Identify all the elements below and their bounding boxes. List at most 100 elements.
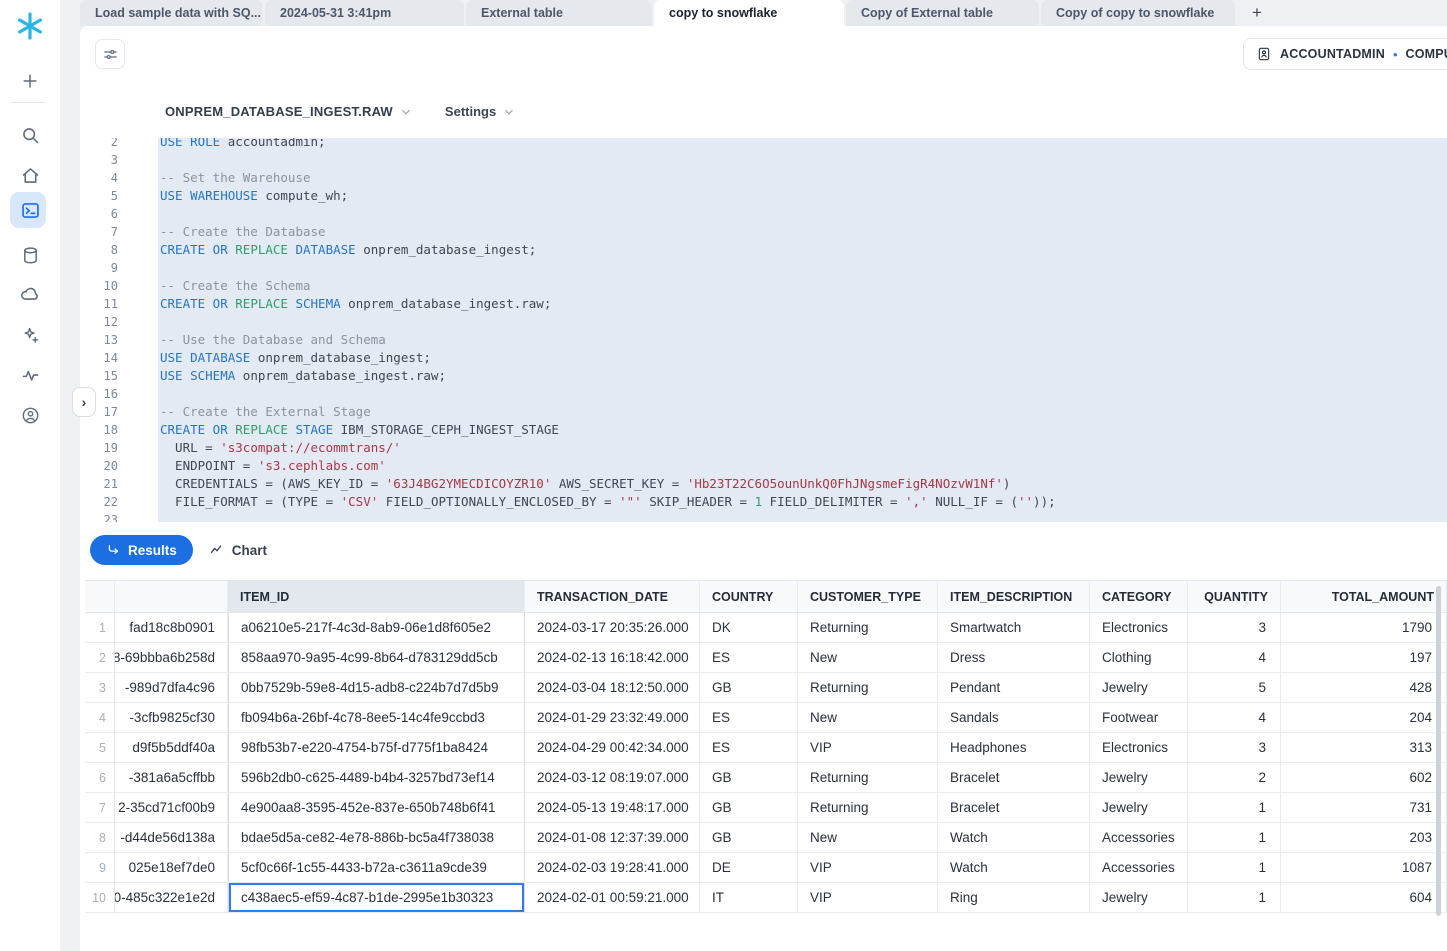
cell-country[interactable]: GB [700, 763, 798, 793]
cell-customer_type[interactable]: Returning [798, 793, 938, 823]
cell-country[interactable]: DK [700, 613, 798, 643]
cell-customer_type[interactable]: Returning [798, 763, 938, 793]
cell-rownum[interactable]: 1 [85, 613, 115, 643]
column-header-category[interactable]: CATEGORY [1090, 581, 1188, 612]
cell-category[interactable]: Electronics [1090, 613, 1188, 643]
cell-country[interactable]: GB [700, 793, 798, 823]
cell-total_amount[interactable]: 313 [1281, 733, 1447, 763]
cell-item_description[interactable]: Watch [938, 853, 1090, 883]
worksheet-tab[interactable]: Load sample data with SQ... [80, 0, 263, 26]
cell-quantity[interactable]: 5 [1188, 673, 1281, 703]
cell-category[interactable]: Accessories [1090, 853, 1188, 883]
cell-rownum[interactable]: 7 [85, 793, 115, 823]
column-header-item_id[interactable]: ITEM_ID [228, 581, 525, 612]
filters-button[interactable] [95, 39, 125, 69]
cell-item_id[interactable]: 0bb7529b-59e8-4d15-adb8-c224b7d7d5b9 [228, 673, 525, 703]
cell-customer_type[interactable]: VIP [798, 883, 938, 913]
cell-country[interactable]: GB [700, 673, 798, 703]
cell-customer_type[interactable]: New [798, 823, 938, 853]
cell-transaction_date[interactable]: 2024-02-01 00:59:21.000 [525, 883, 700, 913]
cell-transaction_date[interactable]: 2024-03-04 18:12:50.000 [525, 673, 700, 703]
cell-clipped[interactable]: -989d7dfa4c96 [115, 673, 228, 703]
cell-clipped[interactable]: -381a6a5cffbb [115, 763, 228, 793]
cell-item_id[interactable]: bdae5d5a-ce82-4e78-886b-bc5a4f738038 [228, 823, 525, 853]
cell-item_description[interactable]: Watch [938, 823, 1090, 853]
snowflake-logo-icon[interactable] [0, 9, 60, 43]
cell-category[interactable]: Jewelry [1090, 763, 1188, 793]
column-header-item_description[interactable]: ITEM_DESCRIPTION [938, 581, 1090, 612]
cell-rownum[interactable]: 8 [85, 823, 115, 853]
cell-customer_type[interactable]: VIP [798, 853, 938, 883]
cell-transaction_date[interactable]: 2024-02-03 19:28:41.000 [525, 853, 700, 883]
column-header-customer_type[interactable]: CUSTOMER_TYPE [798, 581, 938, 612]
cell-item_id[interactable]: fb094b6a-26bf-4c78-8ee5-14c4fe9ccbd3 [228, 703, 525, 733]
cell-item_id[interactable]: 98fb53b7-e220-4754-b75f-d775f1ba8424 [228, 733, 525, 763]
cell-clipped[interactable]: d9f5b5ddf40a [115, 733, 228, 763]
chevron-down-icon[interactable] [502, 105, 516, 119]
cell-clipped[interactable]: 0-485c322e1e2d [115, 883, 228, 913]
results-tab-button[interactable]: Results [90, 535, 193, 565]
cell-item_id[interactable]: 858aa970-9a95-4c99-8b64-d783129dd5cb [228, 643, 525, 673]
cell-total_amount[interactable]: 1790 [1281, 613, 1447, 643]
database-schema-selector[interactable]: ONPREM_DATABASE_INGEST.RAW [165, 104, 393, 119]
cell-category[interactable]: Clothing [1090, 643, 1188, 673]
cell-item_id[interactable]: c438aec5-ef59-4c87-b1de-2995e1b30323 [228, 883, 525, 913]
settings-dropdown[interactable]: Settings [445, 104, 496, 119]
column-header-quantity[interactable]: QUANTITY [1188, 581, 1281, 612]
cell-item_id[interactable]: 4e900aa8-3595-452e-837e-650b748b6f41 [228, 793, 525, 823]
cell-clipped[interactable]: -3cfb9825cf30 [115, 703, 228, 733]
cell-total_amount[interactable]: 602 [1281, 763, 1447, 793]
cell-total_amount[interactable]: 197 [1281, 643, 1447, 673]
cell-category[interactable]: Jewelry [1090, 793, 1188, 823]
cell-country[interactable]: DE [700, 853, 798, 883]
cell-transaction_date[interactable]: 2024-03-17 20:35:26.000 [525, 613, 700, 643]
search-icon[interactable] [0, 118, 60, 152]
cell-rownum[interactable]: 2 [85, 643, 115, 673]
cell-item_description[interactable]: Bracelet [938, 763, 1090, 793]
cell-rownum[interactable]: 10 [85, 883, 115, 913]
cell-clipped[interactable]: -d44de56d138a [115, 823, 228, 853]
cell-transaction_date[interactable]: 2024-05-13 19:48:17.000 [525, 793, 700, 823]
cell-item_description[interactable]: Sandals [938, 703, 1090, 733]
cell-total_amount[interactable]: 428 [1281, 673, 1447, 703]
activity-icon[interactable] [0, 358, 60, 392]
cell-quantity[interactable]: 1 [1188, 823, 1281, 853]
cell-item_description[interactable]: Ring [938, 883, 1090, 913]
cell-quantity[interactable]: 4 [1188, 643, 1281, 673]
sql-editor[interactable]: 2USE ROLE accountadmin;34-- Set the Ware… [80, 138, 1447, 522]
cell-category[interactable]: Jewelry [1090, 883, 1188, 913]
cell-customer_type[interactable]: New [798, 703, 938, 733]
column-header-transaction_date[interactable]: TRANSACTION_DATE [525, 581, 700, 612]
vertical-scrollbar[interactable] [1436, 586, 1441, 916]
cell-country[interactable]: ES [700, 643, 798, 673]
cell-transaction_date[interactable]: 2024-02-13 16:18:42.000 [525, 643, 700, 673]
chart-tab-button[interactable]: Chart [193, 535, 283, 565]
cell-total_amount[interactable]: 203 [1281, 823, 1447, 853]
cell-category[interactable]: Accessories [1090, 823, 1188, 853]
cell-transaction_date[interactable]: 2024-01-08 12:37:39.000 [525, 823, 700, 853]
cell-country[interactable]: ES [700, 733, 798, 763]
cell-rownum[interactable]: 9 [85, 853, 115, 883]
cell-rownum[interactable]: 5 [85, 733, 115, 763]
cell-category[interactable]: Electronics [1090, 733, 1188, 763]
chevron-down-icon[interactable] [399, 105, 413, 119]
sparkles-icon[interactable] [0, 318, 60, 352]
cell-rownum[interactable]: 3 [85, 673, 115, 703]
cell-item_description[interactable]: Smartwatch [938, 613, 1090, 643]
cell-item_id[interactable]: 596b2db0-c625-4489-b4b4-3257bd73ef14 [228, 763, 525, 793]
cell-transaction_date[interactable]: 2024-01-29 23:32:49.000 [525, 703, 700, 733]
cell-item_id[interactable]: 5cf0c66f-1c55-4433-b72a-c3611a9cde39 [228, 853, 525, 883]
worksheet-tab[interactable]: copy to snowflake [654, 0, 844, 26]
worksheets-terminal-icon[interactable] [0, 193, 60, 227]
cell-customer_type[interactable]: New [798, 643, 938, 673]
worksheet-tab[interactable]: 2024-05-31 3:41pm [265, 0, 464, 26]
cell-quantity[interactable]: 1 [1188, 883, 1281, 913]
cell-transaction_date[interactable]: 2024-04-29 00:42:34.000 [525, 733, 700, 763]
cell-customer_type[interactable]: Returning [798, 613, 938, 643]
new-tab-button[interactable]: + [1237, 0, 1277, 26]
home-icon[interactable] [0, 158, 60, 192]
admin-icon[interactable] [0, 398, 60, 432]
cell-rownum[interactable]: 4 [85, 703, 115, 733]
cell-item_id[interactable]: a06210e5-217f-4c3d-8ab9-06e1d8f605e2 [228, 613, 525, 643]
cell-item_description[interactable]: Bracelet [938, 793, 1090, 823]
